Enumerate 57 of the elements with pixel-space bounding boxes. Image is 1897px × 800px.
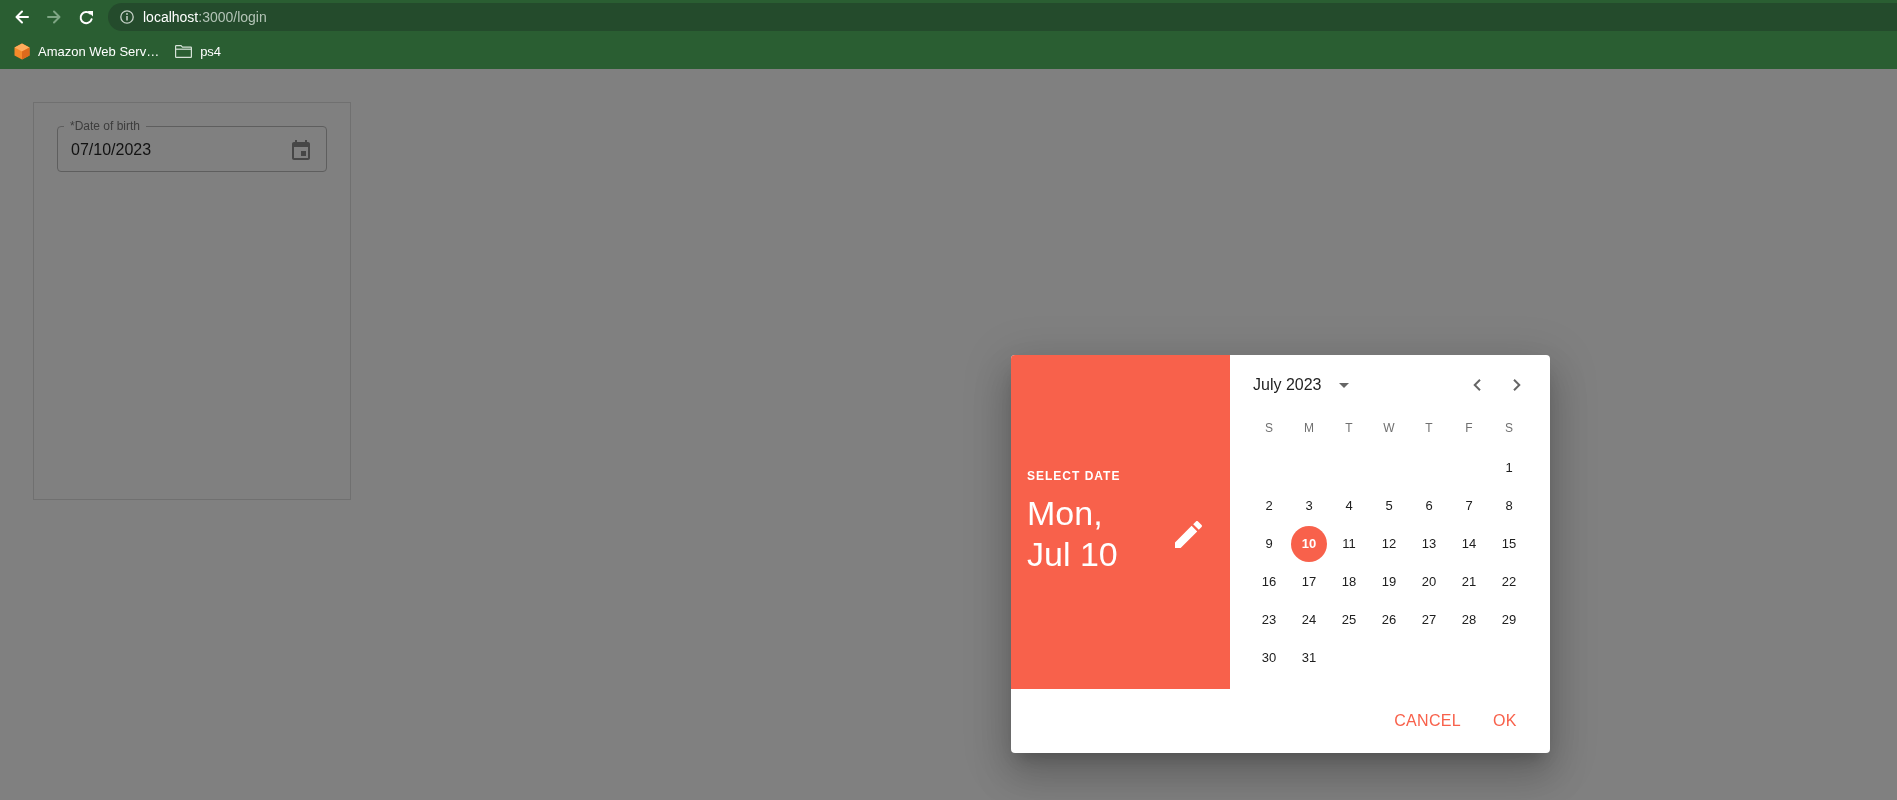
calendar-day[interactable]: 12	[1371, 526, 1407, 562]
calendar-day[interactable]: 8	[1491, 488, 1527, 524]
calendar-day[interactable]: 14	[1451, 526, 1487, 562]
chevron-right-icon	[1513, 379, 1521, 391]
weekday-label: W	[1383, 420, 1395, 437]
calendar-day[interactable]: 4	[1331, 488, 1367, 524]
calendar-day[interactable]: 30	[1251, 640, 1287, 676]
cube-icon	[14, 43, 30, 60]
calendar-day[interactable]: 21	[1451, 564, 1487, 600]
calendar-day[interactable]: 15	[1491, 526, 1527, 562]
calendar-day[interactable]: 23	[1251, 602, 1287, 638]
calendar-day[interactable]: 20	[1411, 564, 1447, 600]
forward-arrow-icon	[47, 10, 61, 24]
calendar-day[interactable]: 27	[1411, 602, 1447, 638]
month-label: July 2023	[1253, 375, 1322, 395]
calendar-day[interactable]: 29	[1491, 602, 1527, 638]
address-bar[interactable]: localhost:3000/login	[108, 3, 1897, 31]
calendar-day[interactable]: 28	[1451, 602, 1487, 638]
calendar-day[interactable]: 18	[1331, 564, 1367, 600]
edit-button[interactable]	[1175, 520, 1202, 548]
bookmark-item[interactable]: ps4	[175, 41, 222, 62]
calendar-day[interactable]: 17	[1291, 564, 1327, 600]
weekday-label: M	[1304, 420, 1314, 437]
weekday-label: S	[1265, 420, 1273, 437]
pencil-icon	[1175, 520, 1202, 548]
caret-icon	[1338, 382, 1349, 388]
calendar-day[interactable]: 2	[1251, 488, 1287, 524]
calendar-day[interactable]: 31	[1291, 640, 1327, 676]
calendar-icon	[292, 139, 310, 160]
weekday-label: S	[1505, 420, 1513, 437]
chevron-left-icon	[1473, 379, 1481, 391]
calendar-day[interactable]: 3	[1291, 488, 1327, 524]
bookmark-item[interactable]: Amazon Web Serv…	[14, 41, 160, 62]
back-arrow-icon	[15, 10, 29, 24]
info-icon	[120, 10, 134, 24]
weekday-label: F	[1465, 420, 1473, 437]
calendar-day[interactable]: 5	[1371, 488, 1407, 524]
reload-icon	[78, 9, 94, 25]
calendar-day[interactable]: 11	[1331, 526, 1367, 562]
calendar-day[interactable]: 26	[1371, 602, 1407, 638]
calendar-day[interactable]: 7	[1451, 488, 1487, 524]
calendar-day[interactable]: 16	[1251, 564, 1287, 600]
calendar-day[interactable]: 24	[1291, 602, 1327, 638]
calendar-day[interactable]: 13	[1411, 526, 1447, 562]
calendar-day[interactable]: 22	[1491, 564, 1527, 600]
calendar-day[interactable]: 25	[1331, 602, 1367, 638]
calendar-day[interactable]: 6	[1411, 488, 1447, 524]
date-field[interactable]: *Date of birth 07/10/2023	[57, 119, 327, 172]
folder-icon	[175, 45, 193, 58]
calendar-day[interactable]: 19	[1371, 564, 1407, 600]
weekday-label: T	[1425, 420, 1433, 437]
selected-date-text: Mon, Jul 10	[1027, 493, 1119, 575]
select-date-caption: SELECT DATE	[1027, 469, 1121, 483]
weekday-label: T	[1345, 420, 1353, 437]
url-text: localhost:3000/login	[143, 7, 267, 27]
calendar-day[interactable]: 1	[1491, 450, 1527, 486]
calendar-day[interactable]: 9	[1251, 526, 1287, 562]
